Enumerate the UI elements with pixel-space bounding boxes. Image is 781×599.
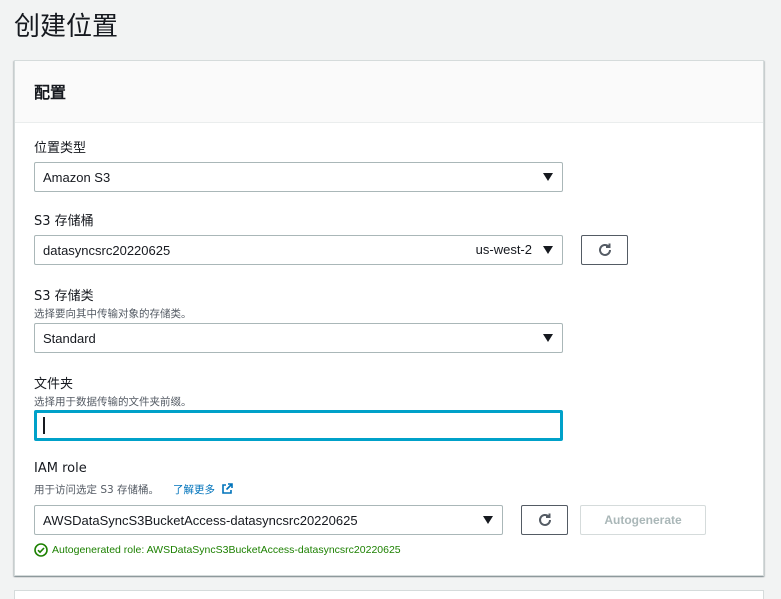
learn-more-label: 了解更多 — [173, 484, 216, 496]
caret-down-icon — [483, 516, 493, 524]
folder-description: 选择用于数据传输的文件夹前缀。 — [34, 396, 192, 408]
iam-role-description: 用于访问选定 S3 存储桶。 — [34, 484, 160, 496]
s3-bucket-refresh-button[interactable] — [581, 235, 628, 265]
panel-title: 配置 — [34, 83, 67, 102]
s3-storage-class-label: S3 存储类 — [34, 289, 94, 304]
folder-input[interactable] — [34, 410, 563, 441]
page-title: 创建位置 — [14, 12, 119, 42]
iam-role-value: AWSDataSyncS3BucketAccess-datasyncsrc202… — [43, 512, 358, 528]
folder-label: 文件夹 — [34, 377, 74, 392]
iam-role-description-row: 用于访问选定 S3 存储桶。 了解更多 — [34, 482, 234, 497]
iam-role-field: IAM role 用于访问选定 S3 存储桶。 了解更多 — [34, 461, 234, 497]
s3-bucket-region: us-west-2 — [475, 242, 532, 257]
iam-role-select[interactable]: AWSDataSyncS3BucketAccess-datasyncsrc202… — [34, 505, 503, 535]
configuration-panel: 配置 位置类型 Amazon S3 S3 存储桶 datasyncsrc2022… — [14, 60, 764, 576]
s3-storage-class-description: 选择要向其中传输对象的存储类。 — [34, 308, 192, 320]
text-cursor — [43, 417, 45, 434]
s3-bucket-select[interactable]: datasyncsrc20220625 us-west-2 — [34, 235, 563, 265]
success-check-icon — [34, 543, 48, 557]
s3-storage-class-select[interactable]: Standard — [34, 323, 563, 353]
refresh-icon — [538, 513, 551, 526]
autogenerated-role-text: Autogenerated role: AWSDataSyncS3BucketA… — [52, 544, 401, 556]
folder-field: 文件夹 选择用于数据传输的文件夹前缀。 — [34, 373, 192, 409]
location-type-select[interactable]: Amazon S3 — [34, 162, 563, 192]
location-type-field: 位置类型 — [34, 137, 86, 156]
autogenerate-button[interactable]: Autogenerate — [580, 505, 706, 535]
location-type-label: 位置类型 — [34, 141, 87, 156]
panel-header: 配置 — [15, 61, 763, 123]
autogenerated-role-status: Autogenerated role: AWSDataSyncS3BucketA… — [34, 543, 401, 557]
s3-storage-class-value: Standard — [43, 330, 96, 346]
caret-down-icon — [543, 246, 553, 254]
s3-bucket-label: S3 存储桶 — [34, 214, 94, 229]
s3-storage-class-field: S3 存储类 选择要向其中传输对象的存储类。 — [34, 285, 192, 321]
s3-bucket-field: S3 存储桶 — [34, 210, 94, 229]
iam-role-label: IAM role — [34, 461, 87, 476]
refresh-icon — [598, 243, 611, 256]
caret-down-icon — [543, 173, 553, 181]
learn-more-link[interactable]: 了解更多 — [173, 482, 234, 497]
external-link-icon — [222, 483, 234, 494]
s3-bucket-value: datasyncsrc20220625 — [43, 242, 171, 258]
iam-role-refresh-button[interactable] — [521, 505, 568, 535]
caret-down-icon — [543, 334, 553, 342]
next-panel-edge — [14, 590, 764, 599]
location-type-value: Amazon S3 — [43, 169, 111, 185]
